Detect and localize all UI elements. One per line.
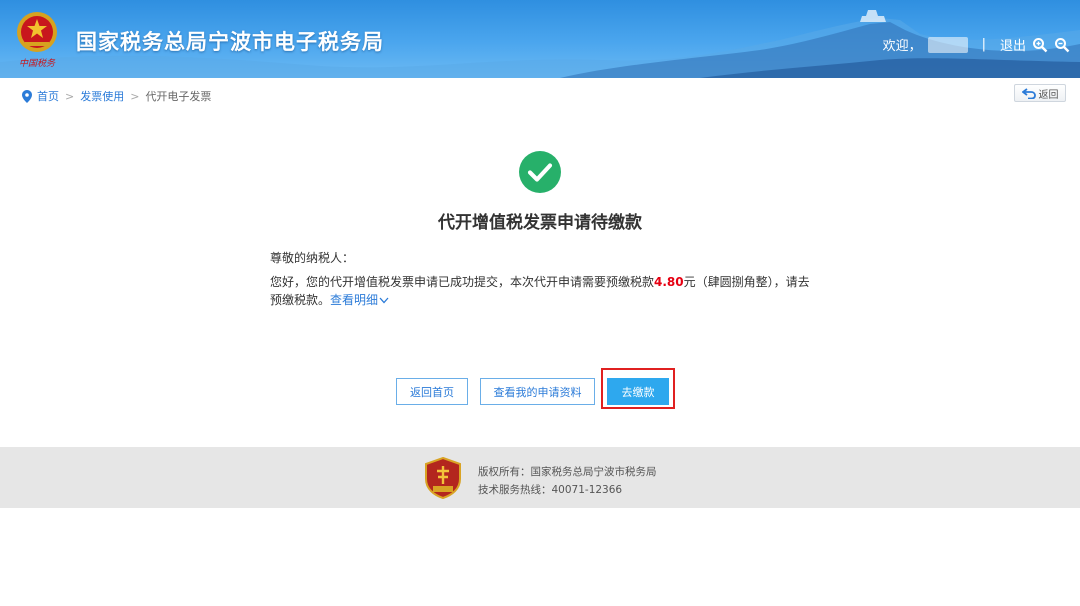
status-title: 代开增值税发票申请待缴款: [438, 213, 642, 233]
svg-text:中国税务: 中国税务: [19, 58, 56, 69]
view-details-label: 查看明细: [330, 293, 379, 307]
return-home-button[interactable]: 返回首页: [396, 378, 468, 405]
message-text: 您好，您的代开增值税发票申请已成功提交，本次代开申请需要预缴税款: [270, 275, 655, 289]
breadcrumb-bar: 首页 > 发票使用 > 代开电子发票 返回: [0, 78, 1080, 112]
hotline-text: 技术服务热线：40071-12366: [478, 484, 623, 496]
breadcrumb-current: 代开电子发票: [145, 90, 212, 103]
footer-text: 版权所有：国家税务总局宁波市税务局 技术服务热线：40071-12366: [478, 463, 657, 499]
greeting: 尊敬的纳税人：: [270, 251, 355, 265]
tax-amount: 4.80: [654, 275, 684, 289]
national-emblem-icon: 中国税务: [17, 12, 57, 69]
username-mask: [927, 36, 968, 53]
chevron-down-icon: [379, 297, 389, 304]
breadcrumb-separator: >: [65, 89, 75, 103]
top-header: 中国税务 国家税务总局宁波市电子税务局 欢迎， | 退出: [0, 0, 1080, 78]
zoom-in-icon[interactable]: [1032, 37, 1048, 53]
header-divider: |: [981, 37, 986, 52]
back-button[interactable]: 返回: [1014, 84, 1066, 102]
breadcrumb: 首页 > 发票使用 > 代开电子发票: [22, 88, 211, 104]
message-body: 您好，您的代开增值税发票申请已成功提交，本次代开申请需要预缴税款4.80元（肆圆…: [270, 273, 815, 309]
result-panel: 代开增值税发票申请待缴款 尊敬的纳税人： 您好，您的代开增值税发票申请已成功提交…: [0, 112, 1080, 447]
view-application-button[interactable]: 查看我的申请资料: [480, 378, 595, 405]
breadcrumb-separator: >: [130, 89, 140, 103]
logout-link[interactable]: 退出: [1000, 35, 1026, 54]
page-footer: 版权所有：国家税务总局宁波市税务局 技术服务热线：40071-12366: [0, 447, 1080, 508]
zoom-out-icon[interactable]: [1054, 37, 1070, 53]
pay-button[interactable]: 去缴款: [607, 378, 669, 405]
breadcrumb-invoice-use[interactable]: 发票使用: [80, 88, 124, 104]
welcome-label: 欢迎，: [882, 39, 922, 54]
view-details-link[interactable]: 查看明细: [330, 293, 389, 307]
user-area: 欢迎， | 退出: [883, 35, 1070, 54]
return-arrow-icon: [1021, 87, 1036, 99]
copyright-text: 版权所有：国家税务总局宁波市税务局: [478, 466, 657, 478]
location-pin-icon: [22, 89, 32, 103]
success-check-icon: [519, 151, 561, 193]
action-buttons: 返回首页 查看我的申请资料 去缴款: [0, 368, 1080, 409]
back-button-label: 返回: [1038, 89, 1059, 101]
breadcrumb-home[interactable]: 首页: [37, 88, 59, 104]
result-message: 尊敬的纳税人： 您好，您的代开增值税发票申请已成功提交，本次代开申请需要预缴税款…: [270, 249, 815, 309]
tax-badge-icon: [425, 457, 461, 499]
site-title: 国家税务总局宁波市电子税务局: [76, 30, 384, 54]
